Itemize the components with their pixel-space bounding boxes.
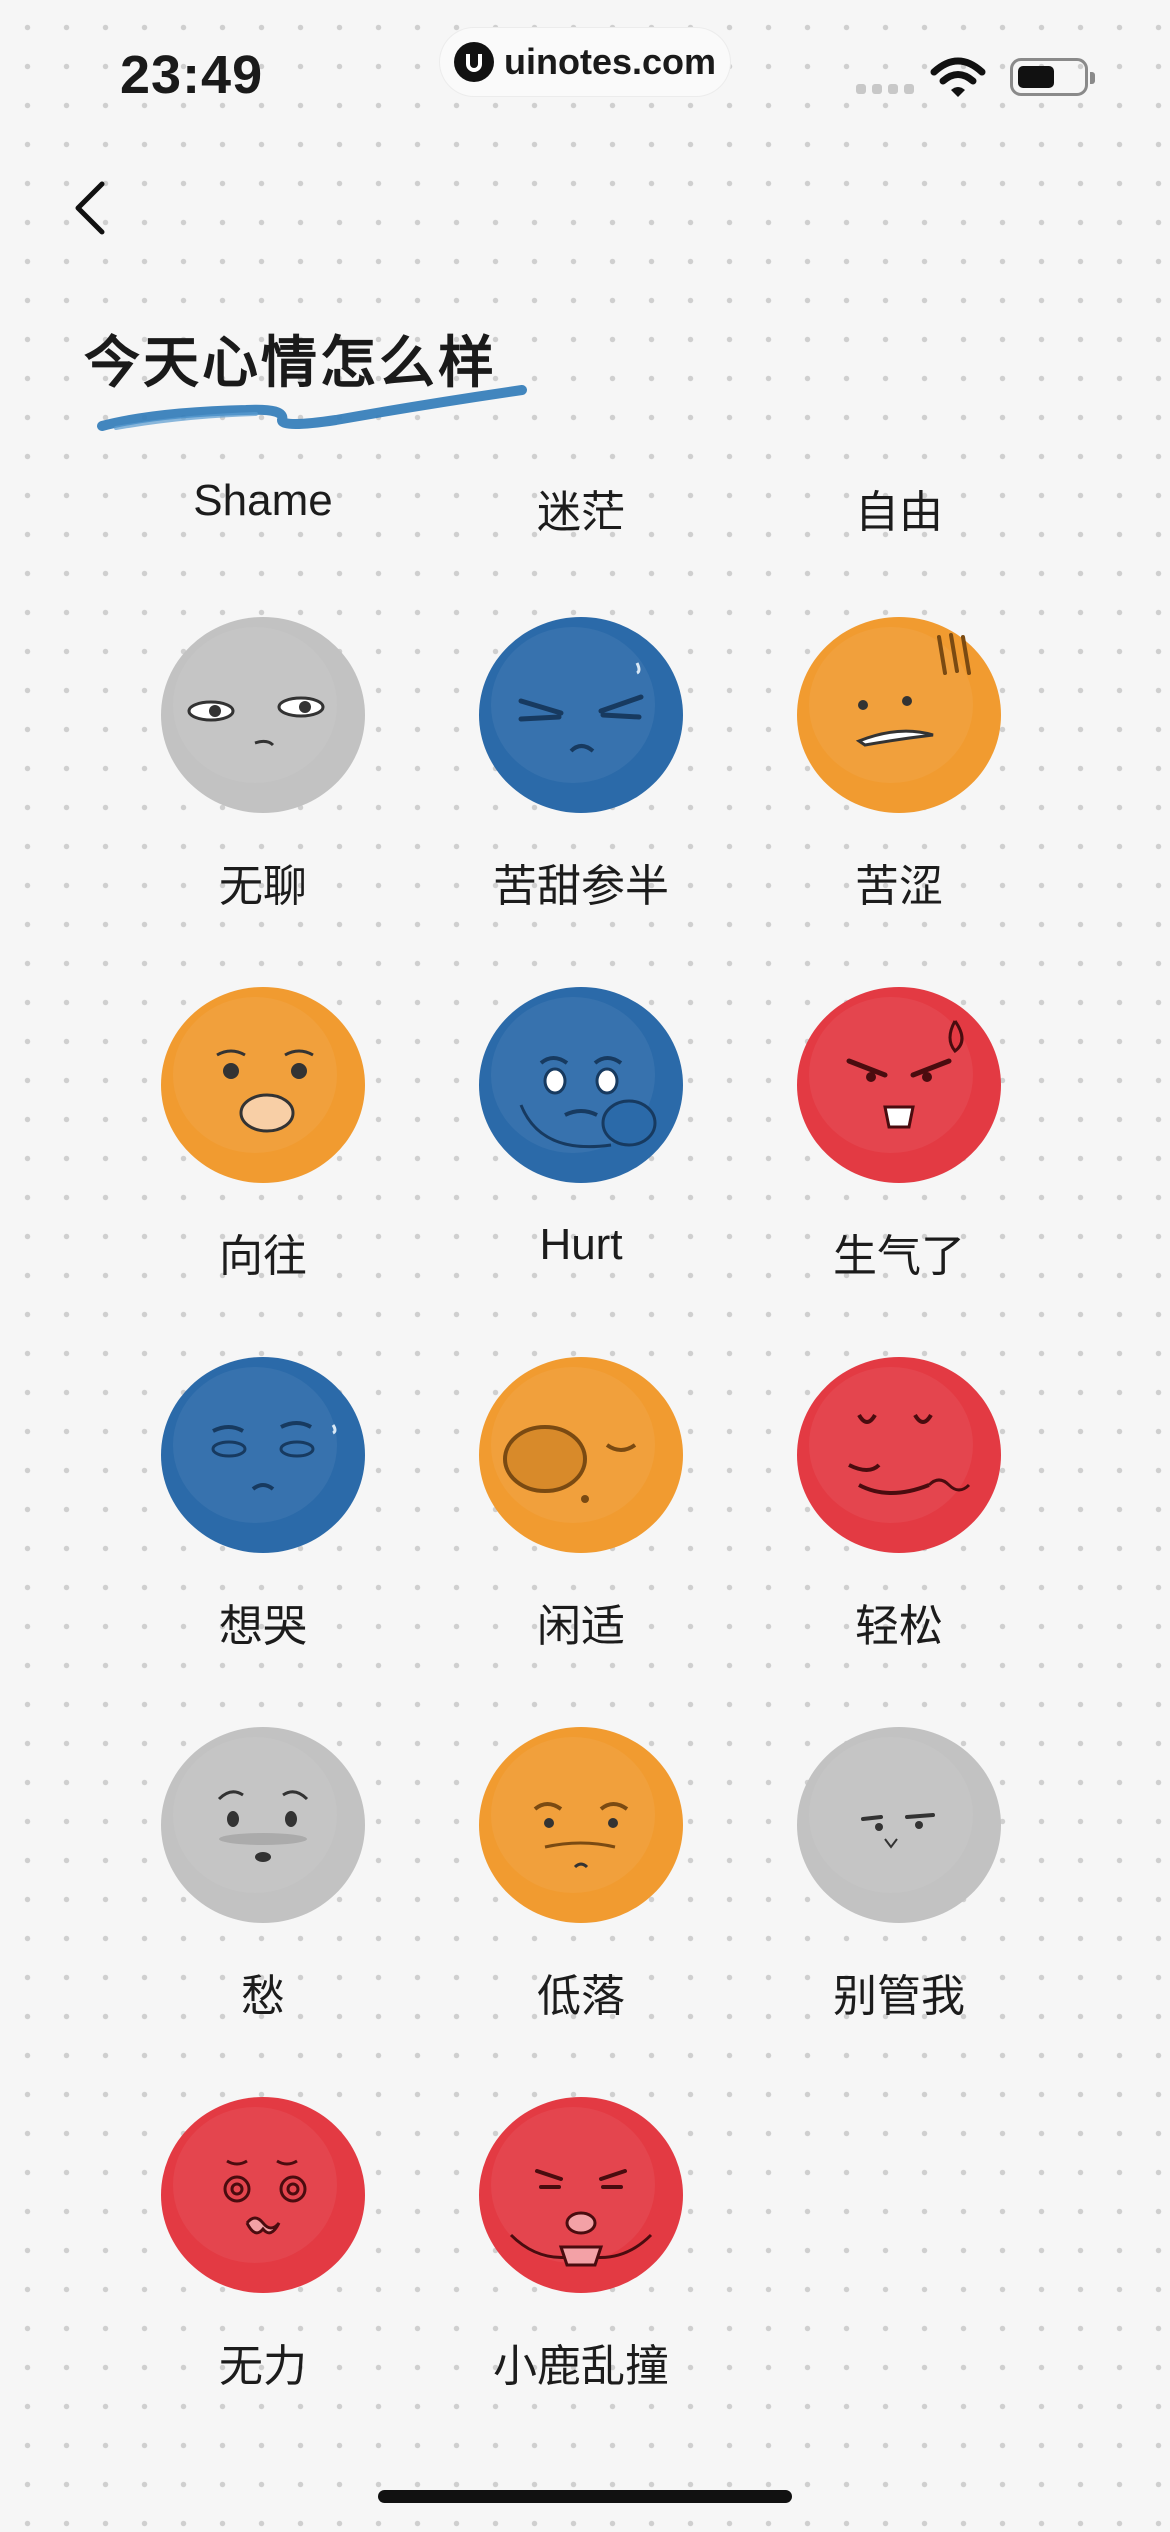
brush-underline-decoration xyxy=(97,385,527,431)
status-bar: 23:49 uinotes.com xyxy=(0,0,1170,140)
mood-label: 苦涩 xyxy=(855,862,943,911)
want-to-cry-face-icon xyxy=(161,1357,365,1553)
bittersweet-face-icon xyxy=(479,617,683,813)
mood-label: 想哭 xyxy=(219,1602,307,1651)
mood-option[interactable]: 低落 xyxy=(431,1720,731,2021)
hurt-face-icon xyxy=(479,987,683,1183)
site-logo-icon xyxy=(453,42,494,82)
down-face-icon xyxy=(479,1727,683,1923)
mood-option[interactable]: 轻松 xyxy=(749,1350,1049,1651)
mood-label: 闲适 xyxy=(537,1602,625,1651)
mood-label: 生气了 xyxy=(833,1232,965,1281)
mood-label-confused[interactable]: 迷茫 xyxy=(431,476,731,540)
bored-face-icon xyxy=(161,617,365,813)
mood-label-shame[interactable]: Shame xyxy=(113,476,413,526)
leave-me-alone-face-icon xyxy=(797,1727,1001,1923)
mood-label-free[interactable]: 自由 xyxy=(749,476,1049,540)
mood-label: 愁 xyxy=(241,1972,285,2021)
mood-option[interactable]: 想哭 xyxy=(113,1350,413,1651)
mood-option[interactable]: 苦涩 xyxy=(749,610,1049,911)
wifi-icon xyxy=(930,57,986,97)
mood-option[interactable]: 愁 xyxy=(113,1720,413,2021)
mood-label: 低落 xyxy=(537,1972,625,2021)
back-button[interactable] xyxy=(62,172,122,242)
mood-option[interactable]: 无聊 xyxy=(113,610,413,911)
powerless-face-icon xyxy=(161,2097,365,2293)
home-indicator xyxy=(378,2490,792,2503)
mood-label: Hurt xyxy=(539,1220,623,1269)
yearning-face-icon xyxy=(161,987,365,1183)
mood-label: 小鹿乱撞 xyxy=(493,2342,669,2391)
bitter-face-icon xyxy=(797,617,1001,813)
url-text: uinotes.com xyxy=(503,41,717,82)
mood-option[interactable]: 闲适 xyxy=(431,1350,731,1651)
mood-option[interactable]: 别管我 xyxy=(749,1720,1049,2021)
mood-label: 向往 xyxy=(219,1232,307,1281)
worried-face-icon xyxy=(161,1727,365,1923)
mood-label: 无力 xyxy=(219,2342,307,2391)
leisurely-face-icon xyxy=(479,1357,683,1553)
mood-option[interactable]: 小鹿乱撞 xyxy=(431,2090,731,2391)
mood-option[interactable]: 无力 xyxy=(113,2090,413,2391)
mood-label: 苦甜参半 xyxy=(493,862,669,911)
angry-face-icon xyxy=(797,987,1001,1183)
mood-option[interactable]: 苦甜参半 xyxy=(431,610,731,911)
battery-icon xyxy=(1010,58,1095,96)
mood-label: 别管我 xyxy=(833,1972,965,2021)
status-time: 23:49 xyxy=(120,45,264,105)
mood-label: 轻松 xyxy=(855,1602,943,1651)
mood-option[interactable]: 生气了 xyxy=(749,980,1049,1281)
url-pill[interactable]: uinotes.com xyxy=(440,28,730,96)
cellular-signal-icon xyxy=(856,84,914,94)
mood-option[interactable]: 向往 xyxy=(113,980,413,1281)
relaxed-face-icon xyxy=(797,1357,1001,1553)
mood-option[interactable]: Hurt xyxy=(431,980,731,1275)
heart-racing-face-icon xyxy=(479,2097,683,2293)
mood-label: 无聊 xyxy=(219,862,307,911)
